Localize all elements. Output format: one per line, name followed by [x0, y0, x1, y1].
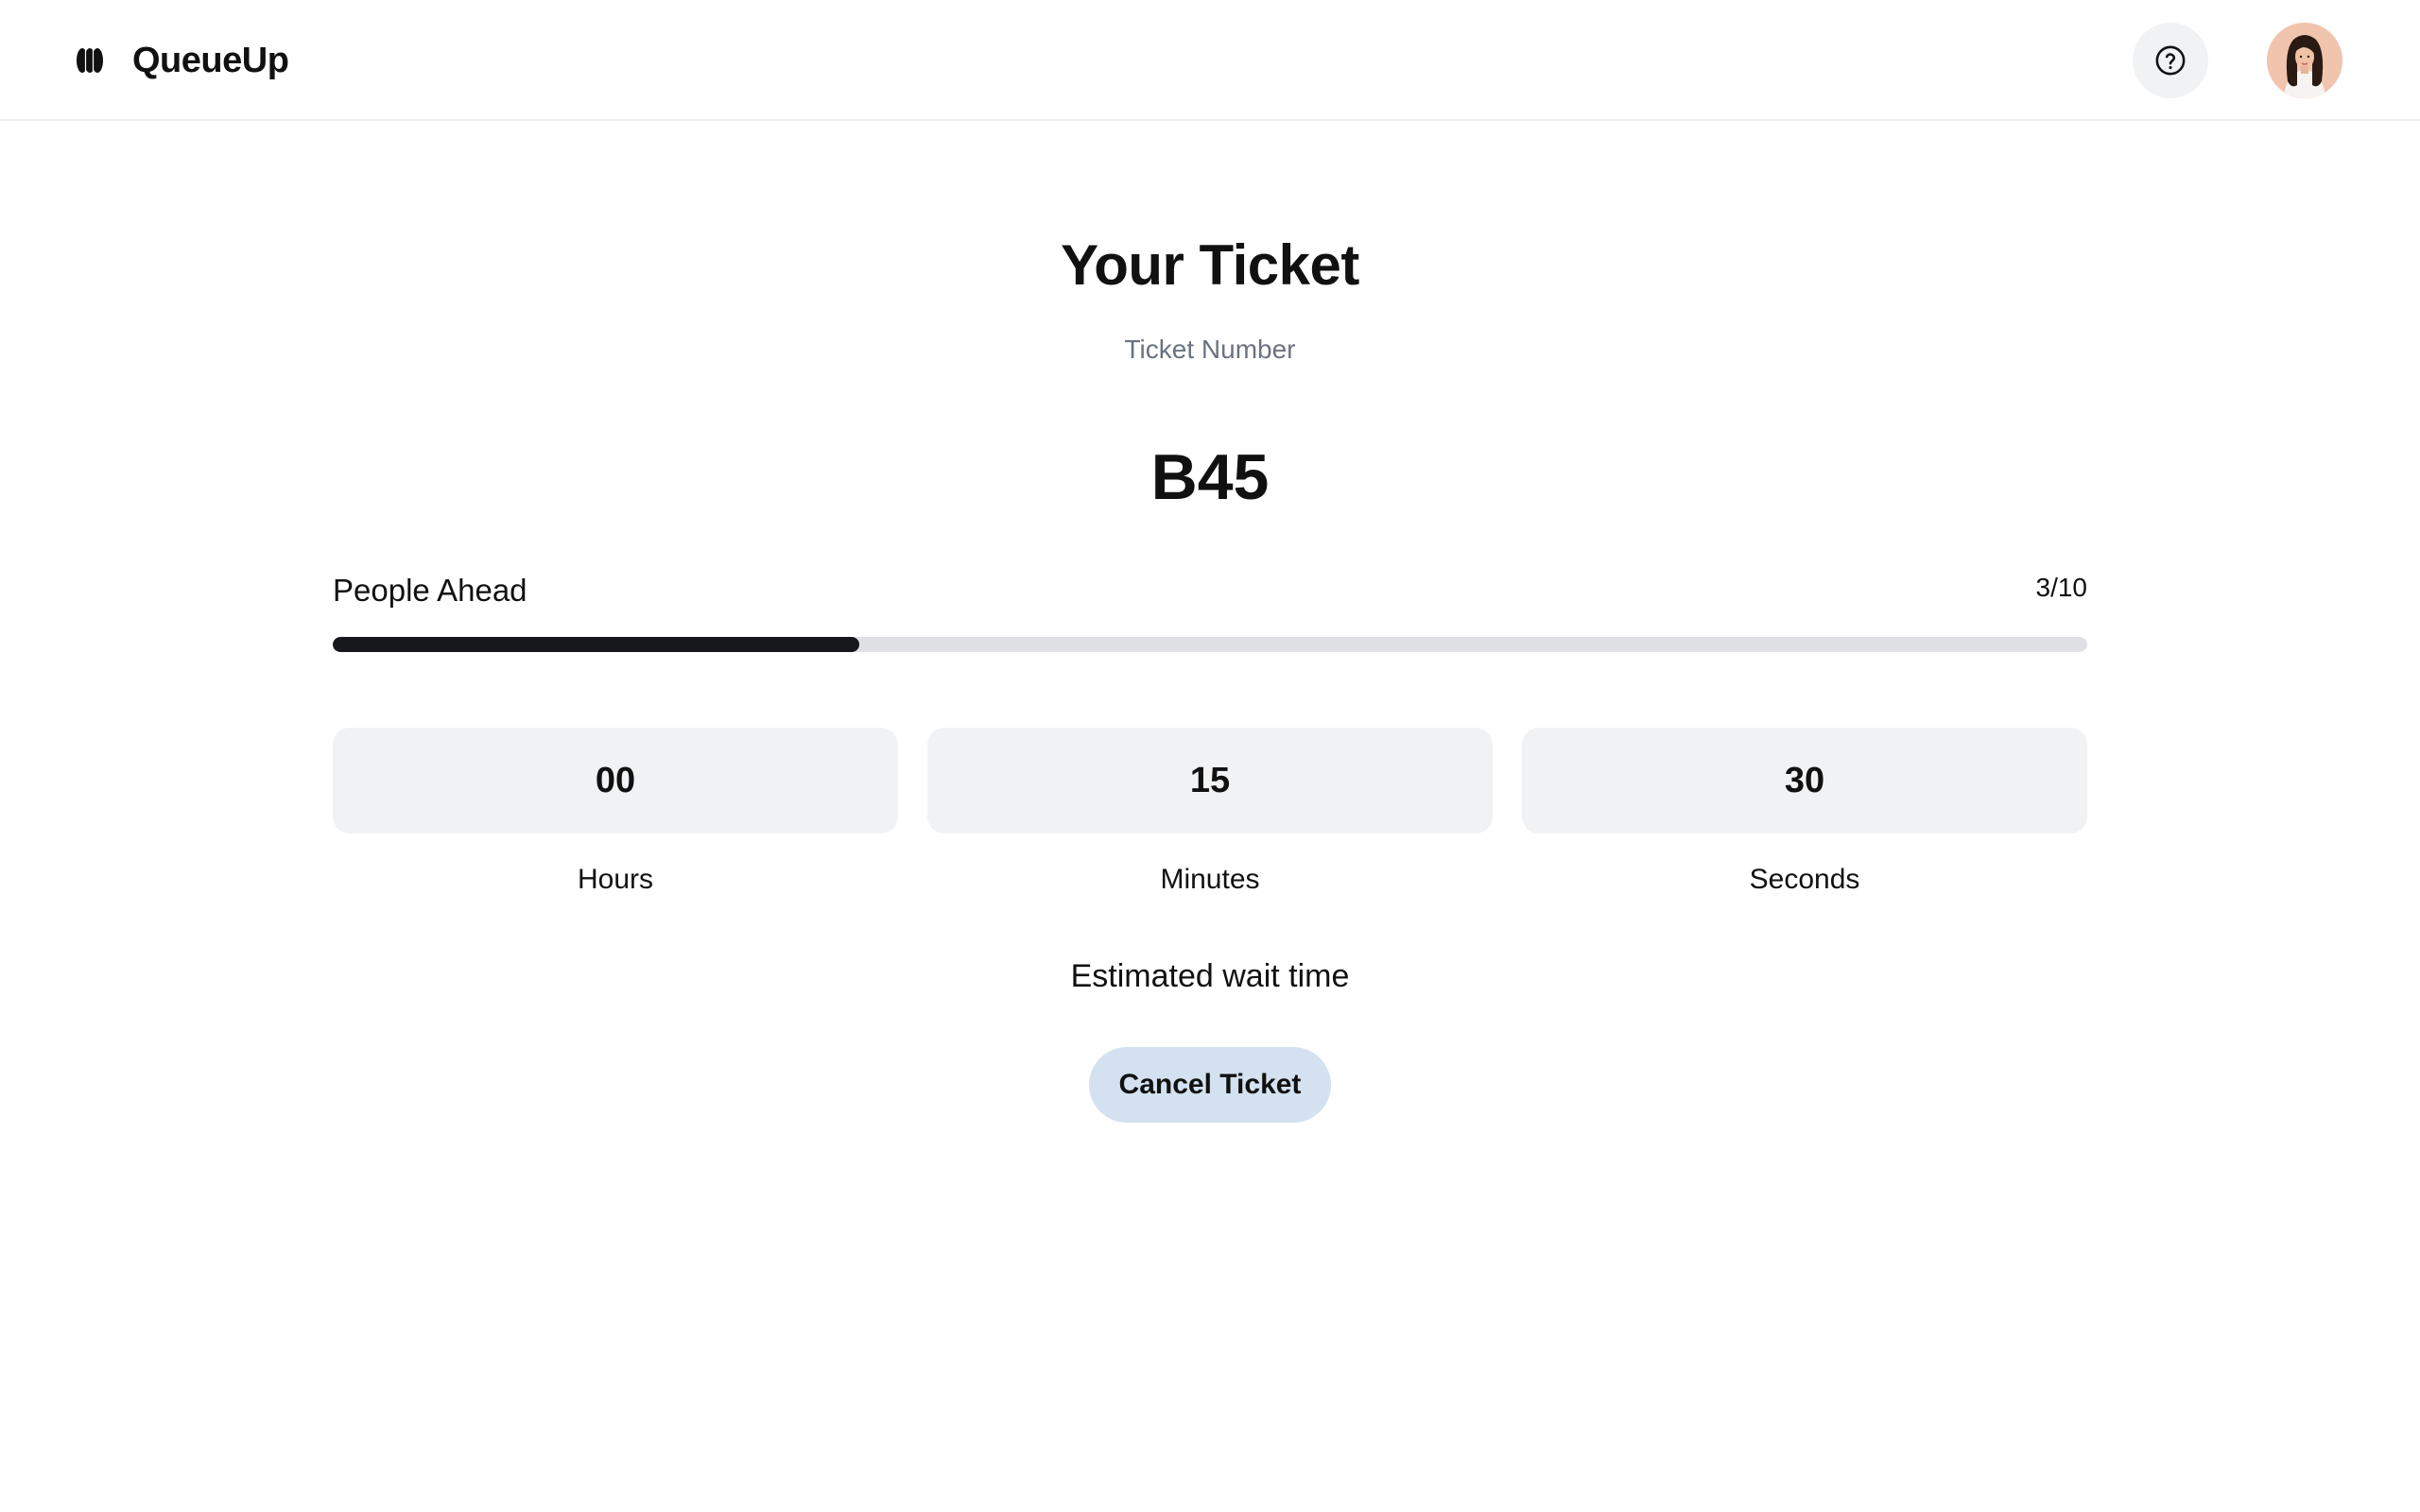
hours-value-box: 00 [333, 728, 898, 833]
estimated-wait-caption: Estimated wait time [1070, 958, 1350, 994]
seconds-label: Seconds [1749, 864, 1860, 895]
people-ahead-label: People Ahead [333, 573, 527, 608]
avatar-image [2267, 23, 2342, 98]
page-title: Your Ticket [1061, 233, 1359, 297]
ticket-number: B45 [1150, 441, 1270, 513]
ticket-number-label: Ticket Number [1124, 335, 1296, 364]
main-content: Your Ticket Ticket Number B45 People Ahe… [0, 121, 2420, 1512]
user-avatar[interactable] [2267, 23, 2342, 98]
app-name: QueueUp [132, 40, 289, 80]
cancel-ticket-button[interactable]: Cancel Ticket [1089, 1047, 1331, 1123]
hours-label: Hours [577, 864, 654, 895]
seconds-value-box: 30 [1522, 728, 2087, 833]
question-circle-icon [2155, 45, 2186, 76]
brand[interactable]: QueueUp [76, 38, 289, 83]
queue-progress-bar [333, 637, 2087, 652]
top-bar: QueueUp [0, 0, 2420, 121]
minutes-label: Minutes [1160, 864, 1260, 895]
help-button[interactable] [2133, 23, 2208, 98]
people-ahead-count: 3/10 [2035, 573, 2088, 602]
minutes-value-box: 15 [927, 728, 1493, 833]
queueup-logo-icon [77, 48, 103, 73]
queue-progress-fill [333, 637, 859, 652]
